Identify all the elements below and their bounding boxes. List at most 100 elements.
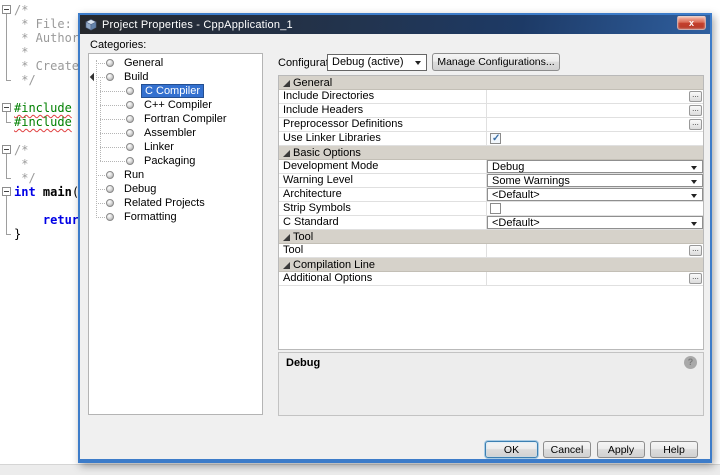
tree-node-icon: [126, 129, 134, 137]
property-value: ...: [487, 118, 703, 131]
tree-item-formatting[interactable]: Formatting: [89, 210, 262, 224]
section-expanded-icon: [283, 262, 290, 269]
tree-item-build[interactable]: Build: [89, 70, 262, 84]
section-header-compilation-line[interactable]: Compilation Line: [279, 258, 703, 272]
dropdown-value: Some Warnings: [492, 175, 570, 187]
code-token: * File:: [14, 17, 72, 31]
help-button[interactable]: Help: [650, 441, 698, 458]
code-line: * Create: [14, 59, 79, 73]
apply-button[interactable]: Apply: [597, 441, 645, 458]
browse-button[interactable]: ...: [689, 245, 702, 256]
help-icon[interactable]: ?: [684, 356, 697, 369]
code-line: [14, 199, 79, 213]
tree-item-label: Formatting: [121, 210, 180, 224]
categories-tree[interactable]: GeneralBuildC CompilerC++ CompilerFortra…: [88, 53, 263, 415]
code-line: *: [14, 157, 79, 171]
property-value[interactable]: [487, 202, 703, 215]
section-header-tool[interactable]: Tool: [279, 230, 703, 244]
tree-node-icon: [106, 213, 114, 221]
tree-node-icon: [106, 59, 114, 67]
code-token: * Create: [14, 59, 79, 73]
property-row-include-headers: Include Headers...: [279, 104, 703, 118]
property-label: Development Mode: [279, 160, 487, 173]
code-line: */: [14, 171, 79, 185]
tree-item-run[interactable]: Run: [89, 168, 262, 182]
tree-item-label: Run: [121, 168, 147, 182]
tree-item-fortran-compiler[interactable]: Fortran Compiler: [89, 112, 262, 126]
fold-collapse-icon[interactable]: [2, 103, 11, 112]
tree-item-label: Related Projects: [121, 196, 208, 210]
property-value: ...: [487, 104, 703, 117]
tree-item-label: Fortran Compiler: [141, 112, 230, 126]
code-token: #include: [14, 101, 72, 115]
close-icon[interactable]: x: [677, 16, 706, 30]
section-header-general[interactable]: General: [279, 76, 703, 90]
chevron-down-icon: [415, 61, 421, 65]
tree-item-c-compiler[interactable]: C Compiler: [89, 84, 262, 98]
property-label: Preprocessor Definitions: [279, 118, 487, 131]
dropdown-value: <Default>: [492, 217, 540, 229]
tree-item-linker[interactable]: Linker: [89, 140, 262, 154]
ok-button[interactable]: OK: [485, 441, 538, 458]
section-label: Compilation Line: [293, 258, 375, 271]
chevron-down-icon: [691, 194, 697, 198]
browse-button[interactable]: ...: [689, 91, 702, 102]
tree-item-assembler[interactable]: Assembler: [89, 126, 262, 140]
browse-button[interactable]: ...: [689, 105, 702, 116]
code-token: [36, 185, 43, 199]
manage-configurations-button[interactable]: Manage Configurations...: [432, 53, 560, 71]
fold-collapse-icon[interactable]: [2, 187, 11, 196]
fold-range-line: [6, 14, 11, 81]
browse-button[interactable]: ...: [689, 273, 702, 284]
checkbox-unchecked[interactable]: [490, 203, 501, 214]
property-value[interactable]: <Default>: [487, 188, 703, 201]
cancel-button[interactable]: Cancel: [543, 441, 591, 458]
tree-item-general[interactable]: General: [89, 56, 262, 70]
property-value[interactable]: Debug: [487, 160, 703, 173]
tree-node-icon: [126, 115, 134, 123]
property-row-strip-symbols: Strip Symbols: [279, 202, 703, 216]
property-label: Strip Symbols: [279, 202, 487, 215]
tree-node-icon: [126, 157, 134, 165]
property-row-tool: Tool...: [279, 244, 703, 258]
code-token: */: [14, 73, 36, 87]
tree-item-packaging[interactable]: Packaging: [89, 154, 262, 168]
property-value[interactable]: [487, 132, 703, 145]
section-header-basic-options[interactable]: Basic Options: [279, 146, 703, 160]
project-properties-dialog: Project Properties - CppApplication_1 x …: [78, 13, 712, 463]
property-value[interactable]: Some Warnings: [487, 174, 703, 187]
checkbox-checked[interactable]: [490, 133, 501, 144]
tree-item-c-compiler[interactable]: C++ Compiler: [89, 98, 262, 112]
code-line: * Author: [14, 31, 79, 45]
configuration-select[interactable]: Debug (active): [327, 54, 427, 71]
property-row-additional-options: Additional Options...: [279, 272, 703, 286]
tree-expanded-icon[interactable]: [90, 73, 98, 81]
property-label: Include Headers: [279, 104, 487, 117]
tree-node-icon: [106, 185, 114, 193]
property-value: ...: [487, 90, 703, 103]
code-line: #include: [14, 115, 79, 129]
dialog-titlebar[interactable]: Project Properties - CppApplication_1 x: [80, 15, 710, 34]
tree-item-related-projects[interactable]: Related Projects: [89, 196, 262, 210]
section-expanded-icon: [283, 234, 290, 241]
code-token: }: [14, 227, 21, 241]
dialog-title: Project Properties - CppApplication_1: [102, 19, 293, 31]
fold-collapse-icon[interactable]: [2, 5, 11, 14]
tree-item-label: C Compiler: [141, 84, 204, 98]
tree-item-debug[interactable]: Debug: [89, 182, 262, 196]
configuration-value: Debug (active): [332, 56, 404, 68]
property-value[interactable]: <Default>: [487, 216, 703, 229]
description-title: Debug: [286, 357, 320, 369]
property-row-warning-level: Warning LevelSome Warnings: [279, 174, 703, 188]
fold-collapse-icon[interactable]: [2, 145, 11, 154]
property-value: ...: [487, 244, 703, 257]
code-token: [14, 213, 43, 227]
project-properties-icon: [85, 19, 97, 31]
code-line: retur: [14, 213, 79, 227]
property-row-architecture: Architecture<Default>: [279, 188, 703, 202]
tree-node-icon: [106, 199, 114, 207]
browse-button[interactable]: ...: [689, 119, 702, 130]
tree-item-label: Packaging: [141, 154, 198, 168]
background-strip: [0, 464, 720, 475]
code-token: main: [43, 185, 72, 199]
